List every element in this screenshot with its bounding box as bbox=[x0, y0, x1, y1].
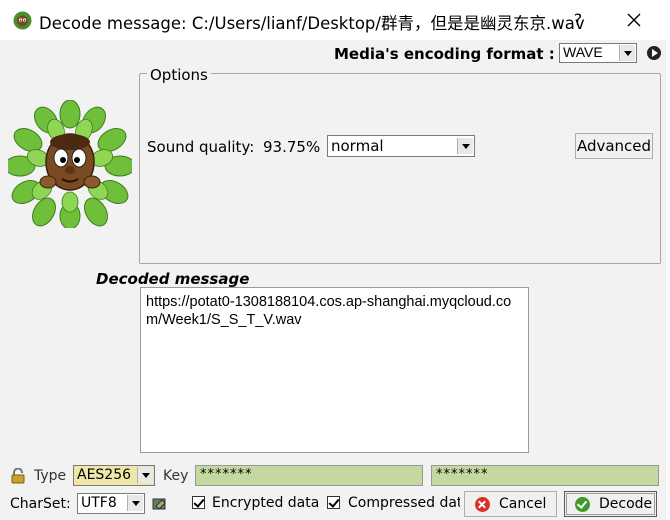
options-group bbox=[139, 73, 661, 264]
media-format-select[interactable]: WAVE bbox=[559, 43, 637, 63]
decoded-message-text: https://potat0-1308188104.cos.ap-shangha… bbox=[146, 294, 512, 328]
decode-button[interactable]: Decode bbox=[564, 491, 657, 517]
key-label: Key bbox=[163, 468, 189, 484]
help-button[interactable]: ? bbox=[566, 8, 590, 32]
key-input[interactable]: ******* bbox=[195, 465, 423, 486]
key-input-value: ******* bbox=[200, 467, 253, 482]
key-confirm-input[interactable]: ******* bbox=[431, 465, 659, 486]
advanced-button[interactable]: Advanced bbox=[575, 133, 653, 159]
compressed-data-label: Compressed data bbox=[348, 495, 460, 511]
encryption-type-select[interactable]: AES256 bbox=[73, 465, 155, 486]
type-label: Type bbox=[34, 468, 67, 484]
lock-icon bbox=[10, 467, 26, 484]
checkmark-icon bbox=[575, 497, 590, 512]
compressed-data-checkbox[interactable] bbox=[327, 496, 340, 509]
encrypted-data-checkbox[interactable] bbox=[192, 496, 205, 509]
cancel-icon bbox=[475, 497, 490, 512]
options-legend: Options bbox=[147, 66, 211, 84]
charset-label: CharSet: bbox=[10, 496, 71, 512]
charset-select[interactable]: UTF8 bbox=[77, 493, 145, 514]
quality-mode-value: normal bbox=[331, 137, 384, 155]
decoded-message-textarea[interactable]: https://potat0-1308188104.cos.ap-shangha… bbox=[140, 287, 529, 453]
decode-label: Decode bbox=[599, 496, 653, 512]
sound-quality-label: Sound quality: bbox=[147, 138, 255, 156]
sound-quality-value: 93.75% bbox=[263, 138, 321, 156]
charset-value: UTF8 bbox=[81, 495, 117, 511]
chevron-down-icon bbox=[137, 467, 153, 483]
media-format-value: WAVE bbox=[563, 44, 603, 60]
chevron-down-icon bbox=[457, 138, 473, 154]
media-format-label: Media's encoding format : bbox=[334, 45, 555, 63]
decoded-message-label: Decoded message bbox=[96, 270, 250, 288]
play-icon[interactable] bbox=[647, 46, 661, 60]
window-title: Decode message: C:/Users/lianf/Desktop/群… bbox=[39, 14, 585, 33]
key-confirm-value: ******* bbox=[436, 467, 489, 482]
quality-mode-select[interactable]: normal bbox=[327, 135, 475, 157]
mascot-image bbox=[4, 99, 136, 230]
chevron-down-icon bbox=[127, 495, 143, 511]
close-icon bbox=[627, 13, 641, 27]
close-button[interactable] bbox=[620, 8, 648, 32]
cancel-button[interactable]: Cancel bbox=[464, 491, 557, 517]
encryption-type-value: AES256 bbox=[77, 467, 132, 483]
chevron-down-icon bbox=[619, 45, 635, 61]
charset-icon[interactable] bbox=[152, 496, 168, 512]
app-mascot-icon bbox=[13, 11, 32, 30]
cancel-label: Cancel bbox=[499, 496, 547, 512]
encrypted-data-label: Encrypted data bbox=[212, 495, 320, 511]
window-edge bbox=[666, 40, 670, 520]
